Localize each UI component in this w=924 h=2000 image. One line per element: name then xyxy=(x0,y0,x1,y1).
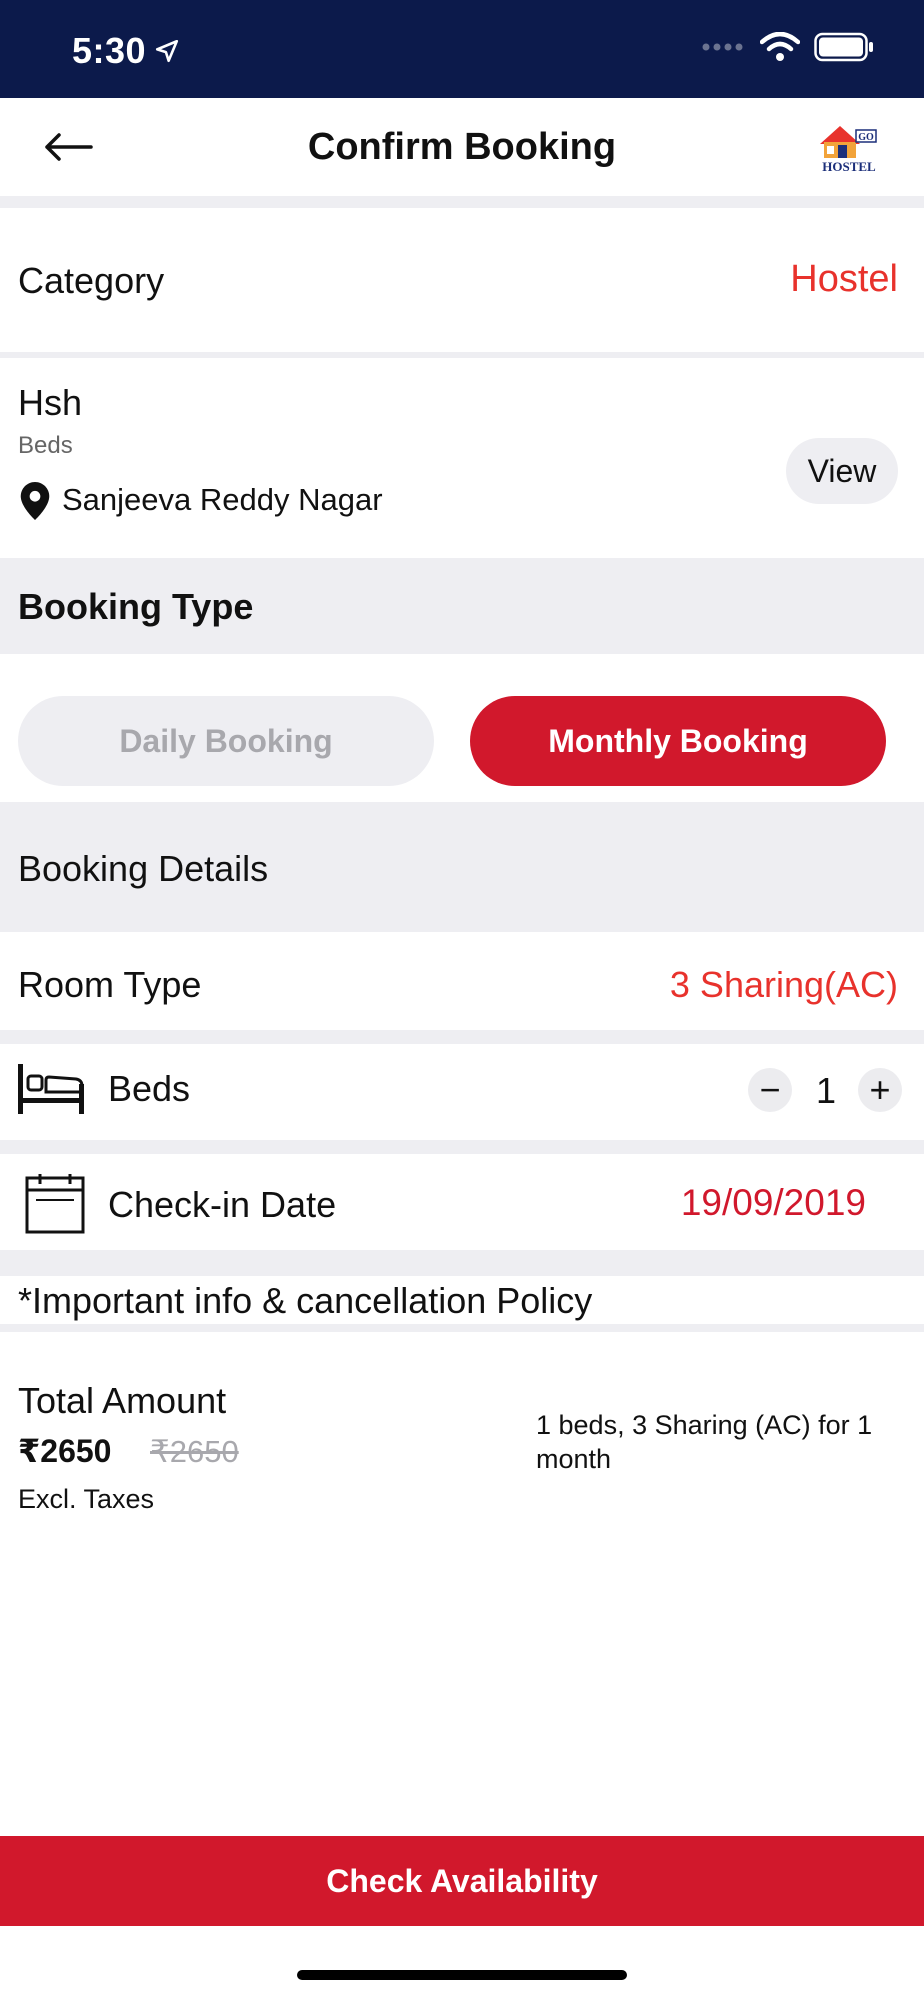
category-value: Hostel xyxy=(790,258,898,300)
monthly-booking-button[interactable]: Monthly Booking xyxy=(470,696,886,786)
increase-beds-button[interactable]: + xyxy=(858,1068,902,1112)
decrease-beds-button[interactable]: − xyxy=(748,1068,792,1112)
wifi-icon xyxy=(760,32,800,61)
booking-type-toggle: Daily Booking Monthly Booking xyxy=(0,654,924,802)
beds-label: Beds xyxy=(108,1068,191,1109)
category-label: Category xyxy=(18,260,165,301)
status-indicators xyxy=(702,32,874,62)
policy-link[interactable]: *Important info & cancellation Policy xyxy=(0,1276,924,1324)
category-row: Category Hostel xyxy=(0,208,924,352)
divider xyxy=(0,196,924,208)
total-price: ₹2650 xyxy=(18,1433,112,1469)
property-name: Hsh xyxy=(18,382,83,423)
battery-icon xyxy=(814,32,873,62)
beds-count: 1 xyxy=(816,1070,837,1111)
status-time: 5:30 xyxy=(72,30,180,72)
bed-icon xyxy=(18,1064,84,1114)
checkin-date: 19/09/2019 xyxy=(680,1182,866,1223)
daily-booking-button[interactable]: Daily Booking xyxy=(18,696,434,786)
clock-text: 5:30 xyxy=(72,30,147,71)
svg-text:GO: GO xyxy=(858,132,874,143)
room-type-row[interactable]: Room Type 3 Sharing(AC) xyxy=(0,932,924,1030)
property-subtitle: Beds xyxy=(18,432,73,459)
status-bar: 5:30 xyxy=(0,0,924,98)
divider xyxy=(0,1250,924,1276)
booking-summary: 1 beds, 3 Sharing (AC) for 1 month xyxy=(536,1410,873,1474)
page-title: Confirm Booking xyxy=(307,126,617,168)
divider xyxy=(0,1140,924,1154)
policy-text: *Important info & cancellation Policy xyxy=(18,1280,593,1321)
checkin-label: Check-in Date xyxy=(108,1184,337,1225)
booking-type-header: Booking Type xyxy=(0,558,924,654)
booking-type-heading: Booking Type xyxy=(18,586,254,627)
original-price: ₹2650 xyxy=(150,1434,239,1469)
total-section: Total Amount ₹2650 ₹2650 Excl. Taxes 1 b… xyxy=(0,1332,924,1832)
booking-details-header: Booking Details xyxy=(0,802,924,932)
room-type-value: 3 Sharing(AC) xyxy=(669,964,898,1005)
tax-note: Excl. Taxes xyxy=(18,1484,155,1514)
go-hostel-logo: GO HOSTEL xyxy=(820,126,877,174)
property-row: Hsh Beds Sanjeeva Reddy Nagar View xyxy=(0,358,924,558)
total-label: Total Amount xyxy=(18,1380,227,1421)
beds-row: Beds − 1 + xyxy=(0,1044,924,1140)
calendar-icon xyxy=(25,1174,85,1234)
booking-details-heading: Booking Details xyxy=(18,848,269,889)
checkin-row[interactable]: Check-in Date 19/09/2019 xyxy=(0,1154,924,1250)
home-indicator xyxy=(297,1970,627,1980)
location-arrow-icon xyxy=(156,39,179,63)
check-availability-button[interactable]: Check Availability xyxy=(0,1836,924,1926)
property-location: Sanjeeva Reddy Nagar xyxy=(62,482,383,517)
room-type-label: Room Type xyxy=(18,964,202,1005)
view-button[interactable]: View xyxy=(786,438,898,504)
signal-icon xyxy=(702,43,743,51)
location-pin-icon xyxy=(20,482,50,520)
divider xyxy=(0,1324,924,1332)
svg-text:HOSTEL: HOSTEL xyxy=(822,159,876,174)
divider xyxy=(0,1030,924,1044)
nav-bar: Confirm Booking GO HOSTEL xyxy=(0,98,924,196)
